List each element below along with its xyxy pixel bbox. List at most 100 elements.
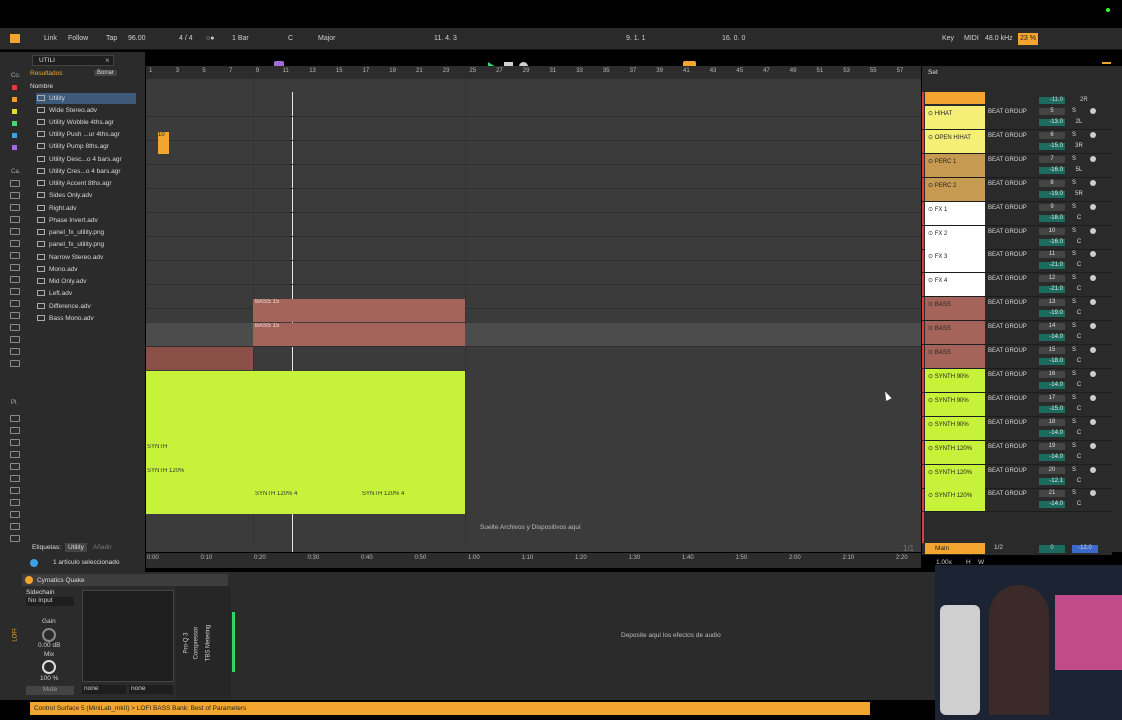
solo-button[interactable]: S [1072,204,1076,210]
song-position[interactable]: 11. 4. 3 [434,33,457,45]
track-routing[interactable]: BEAT GROUP [988,109,1027,115]
category-icon[interactable] [10,180,20,187]
track-pan[interactable]: 5L [1070,167,1088,173]
place-icon[interactable] [10,427,20,434]
mute-button[interactable]: Mute [26,686,74,695]
fold-icon[interactable]: ⊙ [928,231,935,237]
track-number[interactable]: 15 [1039,347,1065,354]
category-icon[interactable] [10,240,20,247]
track-number[interactable]: 19 [1039,442,1065,450]
tap-button[interactable]: Tap [106,33,117,45]
search-clear-icon[interactable]: × [105,56,110,65]
arm-button[interactable] [1090,323,1096,330]
category-icon[interactable] [10,288,20,295]
track-number[interactable]: 12 [1039,275,1065,283]
track-volume[interactable]: -16.0 [1039,238,1065,246]
help-icon[interactable] [30,559,38,567]
browser-item[interactable]: Utility Push ...ur 4ths.agr [37,129,120,141]
browser-item[interactable]: Narrow Stereo.adv [37,252,103,264]
place-icon[interactable] [10,475,20,482]
main-track-vol[interactable]: 0 [1039,545,1065,553]
mixer-track[interactable]: ⊙ BASS BEAT GROUP 14 -14.0 C S [922,321,1112,346]
fold-icon[interactable]: ⊙ [928,493,935,499]
fold-icon[interactable]: ⊙ [928,111,935,117]
solo-button[interactable]: S [1072,347,1076,353]
track-routing[interactable]: BEAT GROUP [988,444,1027,450]
loop-start[interactable]: 9. 1. 1 [626,33,645,45]
track-routing[interactable]: BEAT GROUP [988,276,1027,282]
track-name[interactable]: ⊙ BASS [925,321,985,345]
macro-pad[interactable] [82,590,174,682]
track-lane[interactable] [146,141,921,165]
track-number[interactable]: 13 [1039,299,1065,307]
track-routing[interactable]: BEAT GROUP [988,491,1027,497]
browser-item[interactable]: Left.adv [37,288,72,300]
prev-track-vol[interactable]: -11.0 [1039,97,1065,104]
clip-synth-label[interactable]: SYNTH 120% [146,468,253,477]
prev-track-pan[interactable]: 2R [1080,97,1088,103]
category-icon[interactable] [10,228,20,235]
clip-synth-label[interactable]: SYNTH 120% 4 [360,491,460,500]
browser-item[interactable]: panel_fx_utility.png [37,227,104,239]
loop-length[interactable]: 16. 0. 0 [722,33,745,45]
link-button[interactable]: Link [44,33,57,45]
browser-item[interactable]: Right.adv [37,203,76,215]
track-pan[interactable]: C [1070,358,1088,364]
track-routing[interactable]: BEAT GROUP [988,229,1027,235]
fold-icon[interactable]: ⊙ [928,135,935,141]
category-icon[interactable] [10,264,20,271]
mixer-track[interactable]: ⊙ OPEN HIHAT BEAT GROUP 6 -15.0 3R S [922,129,1112,154]
solo-button[interactable]: S [1072,251,1076,257]
track-volume[interactable]: -19.0 [1039,190,1065,198]
track-number[interactable]: 16 [1039,370,1065,378]
arm-button[interactable] [1090,418,1096,425]
fold-icon[interactable]: ⊙ [928,350,935,356]
track-volume[interactable]: -21.0 [1039,286,1065,294]
category-icon[interactable] [10,348,20,355]
sidechain-input-select[interactable]: No Input [26,597,74,606]
mixer-track[interactable]: ⊙ FX 2 BEAT GROUP 10 -16.0 C S [922,225,1112,250]
mixer-track[interactable]: ⊙ BASS BEAT GROUP 13 -19.0 C S [922,297,1112,322]
quantize-select[interactable]: 1 Bar [232,33,249,45]
rack-item[interactable]: TBS Metering [205,625,211,662]
track-pan[interactable]: C [1070,382,1088,388]
arm-button[interactable] [1090,394,1096,401]
mixer-track[interactable]: ⊙ FX 1 BEAT GROUP 9 -18.0 C S [922,201,1112,226]
arm-button[interactable] [1090,299,1096,306]
track-volume[interactable]: -12.1 [1039,477,1065,485]
clear-button[interactable]: Borrar [94,70,117,76]
fold-icon[interactable]: ⊙ [928,446,935,452]
solo-button[interactable]: S [1072,371,1076,377]
mixer-track[interactable]: ⊙ SYNTH 120% BEAT GROUP 21 -14.0 C S [922,488,1112,513]
mixer-track[interactable]: ⊙ SYNTH 90% BEAT GROUP 18 -14.0 C S [922,416,1112,441]
arm-button[interactable] [1090,275,1096,282]
track-volume[interactable]: -13.0 [1039,119,1065,126]
clip-synth-label[interactable]: SYNTH 120% 4 [253,491,353,500]
track-routing[interactable]: BEAT GROUP [988,300,1027,306]
browser-item[interactable]: panel_fx_utility.png [37,239,104,251]
track-name[interactable]: ⊙ SYNTH 120% [925,464,985,488]
clip-synth-label[interactable]: SYNTH [146,444,253,453]
track-number[interactable]: 17 [1039,394,1065,402]
track-lane[interactable] [146,117,921,141]
track-volume[interactable]: -14.0 [1039,334,1065,342]
track-number[interactable]: 14 [1039,323,1065,331]
tag-chip[interactable]: Utility [65,543,87,552]
fold-icon[interactable]: ⊙ [928,254,935,260]
browser-item[interactable]: Utility Pump 8ths.agr [37,141,109,153]
app-menu-icon[interactable] [10,34,20,43]
fold-icon[interactable]: ⊙ [928,302,935,308]
track-name[interactable]: ⊙ BASS [925,297,985,321]
track-pan[interactable]: 2L [1070,119,1088,125]
category-icon[interactable] [10,204,20,211]
track-routing[interactable]: BEAT GROUP [988,133,1027,139]
clip-bass[interactable]: BASS 15 [253,299,465,322]
category-icon[interactable] [10,216,20,223]
tempo-field[interactable]: 96.00 [128,33,146,45]
add-tag-button[interactable]: Añadir [93,544,112,551]
main-track[interactable]: Main 1/2 0 -12.0 [922,543,1112,555]
place-icon[interactable] [10,487,20,494]
browser-item[interactable]: Utility Wobble 4ths.agr [37,117,114,129]
category-icon[interactable] [10,276,20,283]
solo-button[interactable]: S [1072,132,1076,138]
